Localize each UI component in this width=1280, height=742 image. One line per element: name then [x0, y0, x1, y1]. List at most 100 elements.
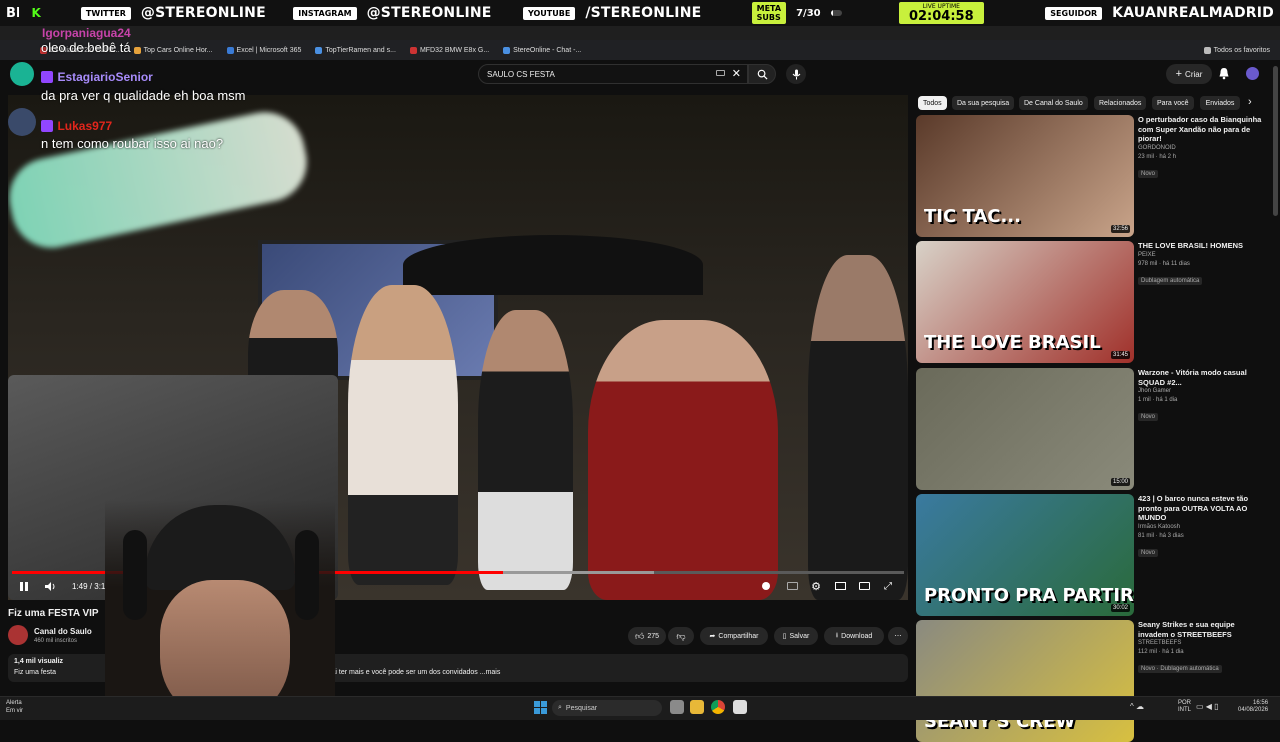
save-button[interactable]: ▯ Salvar	[774, 627, 818, 645]
subtitles-icon	[786, 582, 798, 590]
recommendation-meta: 23 mil · há 2 h	[1138, 153, 1177, 160]
keyboard-icon[interactable]	[716, 70, 725, 76]
file-explorer-icon[interactable]	[690, 700, 704, 714]
recommendation-title[interactable]: Warzone - Vitória modo casual SQUAD #2..…	[1138, 368, 1266, 387]
filter-chip-label: Para você	[1157, 99, 1189, 107]
search-button[interactable]	[748, 64, 776, 84]
video-thumbnail[interactable]: PRONTO PRA PARTIR 30:02	[916, 494, 1134, 616]
filter-chip-all[interactable]: Todos	[918, 96, 947, 110]
bookmark-label: Top Cars Online Hor...	[143, 46, 213, 54]
all-favorites[interactable]: Todos os favoritos	[1203, 46, 1270, 54]
subtitles-button[interactable]	[784, 578, 800, 594]
bookmarks-bar: LS Miata V2.0 Full B... Top Cars Online …	[0, 40, 1280, 60]
cast-button[interactable]	[856, 578, 872, 594]
filter-chip-uploaded[interactable]: Enviados	[1200, 96, 1240, 110]
recommendation-card[interactable]: THE LOVE BRASIL 31:45 THE LOVE BRASIL! HOM…	[916, 241, 1266, 363]
recommendation-channel[interactable]: Irmãos Katoosh	[1138, 523, 1266, 532]
chrome-icon[interactable]	[711, 700, 725, 714]
fullscreen-button[interactable]: ⤢	[880, 578, 896, 594]
app-icon[interactable]	[733, 700, 747, 714]
video-scene-person	[588, 320, 778, 600]
recommendation-title[interactable]: 423 | O barco nunca esteve tão pronto pa…	[1138, 494, 1266, 523]
recommendation-info: Warzone - Vitória modo casual SQUAD #2..…	[1138, 368, 1266, 423]
like-button[interactable]: 👍︎ 275	[628, 627, 666, 645]
alert-notification[interactable]: Alerta Em vir	[6, 699, 23, 715]
scrollbar[interactable]	[1273, 66, 1278, 216]
share-button[interactable]: ➦ Compartilhar	[700, 627, 768, 645]
bookmark-item[interactable]: Top Cars Online Hor...	[133, 46, 213, 54]
chat-message: EstagiarioSenior	[41, 68, 153, 86]
create-button[interactable]: + Criar	[1166, 64, 1212, 84]
autoplay-toggle[interactable]	[758, 578, 774, 594]
notifications-bell-icon[interactable]	[1218, 67, 1230, 80]
filter-chip-from-search[interactable]: Da sua pesquisa	[952, 96, 1015, 110]
language-indicator[interactable]: POR INTL	[1178, 700, 1191, 714]
recommendation-meta: 1 mil · há 1 dia	[1138, 397, 1178, 403]
recommendation-card[interactable]: 15:00 Warzone - Vitória modo casual SQUAD…	[916, 368, 1266, 490]
recommendation-channel[interactable]: PEIXE	[1138, 251, 1266, 260]
account-avatar[interactable]	[1246, 67, 1259, 80]
recommendation-channel[interactable]: Jhon Gamer	[1138, 387, 1266, 396]
bookmark-icon	[315, 46, 323, 54]
video-duration: 32:56	[1110, 225, 1130, 233]
volume-button[interactable]	[42, 578, 58, 594]
video-title: Fiz uma FESTA VIP	[8, 608, 99, 619]
pause-button[interactable]	[16, 578, 32, 594]
recommendation-channel[interactable]: GORDONOID	[1138, 144, 1266, 153]
meta-subs-badge: META SUBS	[751, 2, 787, 24]
bookmark-item[interactable]: TopTierRamen and s...	[315, 46, 396, 54]
instagram-handle: @STEREONLINE	[366, 5, 492, 21]
taskbar-search[interactable]: ⌕ Pesquisar	[552, 700, 662, 716]
search-input[interactable]: SAULO CS FESTA ✕	[478, 64, 748, 84]
taskbar-clock[interactable]: 16:56 04/08/2026	[1238, 700, 1268, 714]
recommendation-badge: Novo	[1138, 413, 1159, 421]
video-thumbnail[interactable]: SEANY'S CREW	[916, 620, 1134, 742]
bookmark-item[interactable]: StereOnline - Chat -...	[503, 46, 581, 54]
task-view-icon[interactable]	[670, 700, 684, 714]
tray-status-icons[interactable]: ▭ ◀ ▯	[1196, 702, 1219, 711]
youtube-badge: YOUTUBE	[522, 6, 576, 20]
filter-chip-from-channel[interactable]: De Canal do Saulo	[1019, 96, 1088, 110]
bookmark-item[interactable]: Excel | Microsoft 365	[226, 46, 301, 54]
clock-time: 16:56	[1253, 700, 1269, 706]
bookmark-item[interactable]: MFD32 BMW E8x G...	[409, 46, 489, 54]
channel-name[interactable]: Canal do Saulo	[34, 627, 92, 636]
dislike-button[interactable]: 👎︎	[668, 627, 694, 645]
settings-button[interactable]: ⚙	[808, 578, 824, 594]
clock-date: 04/08/2026	[1238, 707, 1269, 713]
follower-badge: SEGUIDOR	[1045, 6, 1103, 20]
meta-subs-progress	[830, 10, 843, 16]
recommendation-badge: Novo	[1138, 548, 1159, 557]
bookmark-icon	[133, 46, 141, 54]
video-thumbnail[interactable]: THE LOVE BRASIL 31:45	[916, 241, 1134, 363]
miniplayer-icon	[834, 582, 846, 590]
voice-search-button[interactable]	[786, 64, 806, 84]
system-tray-icons[interactable]: ^ ☁	[1130, 702, 1144, 711]
pause-icon	[20, 581, 28, 591]
chat-top-partial: Igorpaniagua24	[42, 26, 131, 40]
clear-search-icon[interactable]: ✕	[732, 67, 741, 80]
gear-icon: ⚙	[811, 580, 821, 593]
alert-title: Alerta	[6, 700, 22, 706]
channel-avatar[interactable]	[8, 625, 28, 645]
more-actions-button[interactable]: ⋯	[888, 627, 908, 645]
recommendation-title[interactable]: THE LOVE BRASIL! HOMENS	[1138, 241, 1266, 251]
miniplayer-button[interactable]	[832, 578, 848, 594]
autoplay-icon	[762, 582, 770, 590]
filter-chip-related[interactable]: Relacionados	[1094, 96, 1147, 110]
download-button[interactable]: ⭳ Download	[824, 627, 884, 645]
chevron-right-icon[interactable]: ›	[1248, 96, 1252, 108]
start-button[interactable]	[534, 701, 547, 714]
like-count: 275	[647, 632, 660, 640]
recommendation-card[interactable]: SEANY'S CREW Seany Strikes e sua equipe i…	[916, 620, 1266, 742]
chat-badge-icon	[41, 70, 53, 83]
filter-chip-label: Relacionados	[1099, 99, 1142, 107]
recommendation-card[interactable]: PRONTO PRA PARTIR 30:02 423 | O barco nunc…	[916, 494, 1266, 616]
recommendation-title[interactable]: O perturbador caso da Bianquinha com Sup…	[1138, 115, 1266, 144]
recommendation-card[interactable]: TIC TAC... 32:56 O perturbador caso da Bia…	[916, 115, 1266, 237]
recommendation-channel[interactable]: STREETBEEFS	[1138, 639, 1266, 648]
video-thumbnail[interactable]: TIC TAC... 32:56	[916, 115, 1134, 237]
recommendation-title[interactable]: Seany Strikes e sua equipe invadem o STR…	[1138, 620, 1266, 639]
video-thumbnail[interactable]: 15:00	[916, 368, 1134, 490]
filter-chip-for-you[interactable]: Para você	[1152, 96, 1194, 110]
